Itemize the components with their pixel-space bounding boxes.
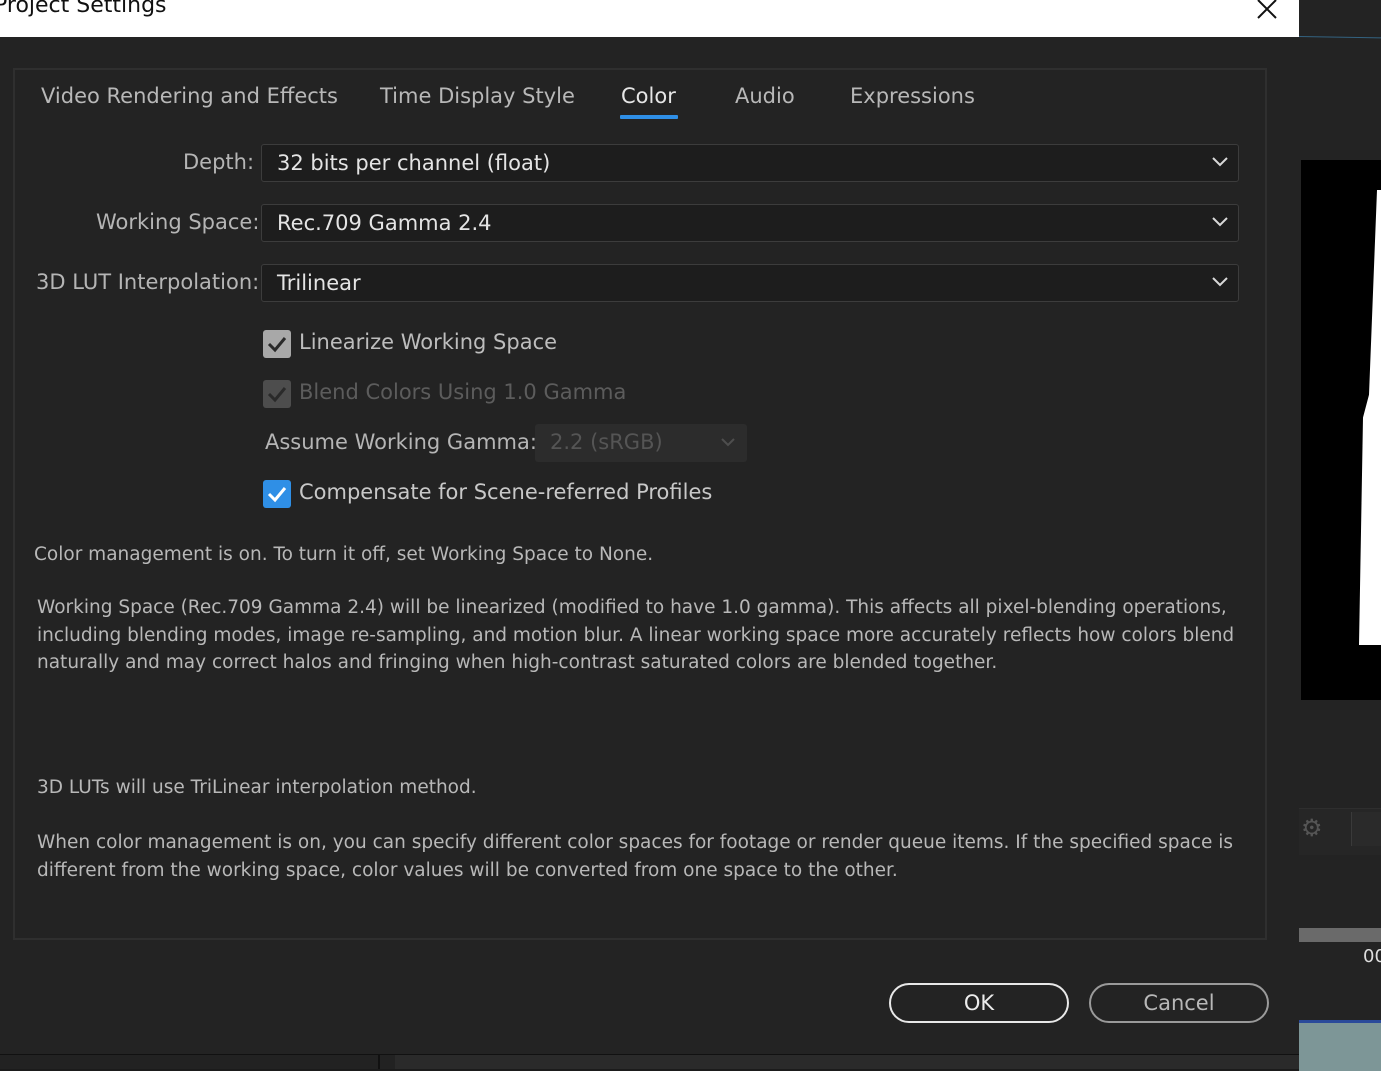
checkmark-icon	[267, 487, 287, 503]
tab-expressions[interactable]: Expressions	[850, 84, 975, 108]
checkmark-icon	[267, 337, 287, 353]
working-gamma-label: Assume Working Gamma:	[265, 430, 537, 454]
background-bottom-strip	[0, 1054, 1299, 1069]
project-settings-dialog: Project Settings Video Rendering and Eff…	[0, 0, 1299, 1054]
timeline-track	[1299, 1020, 1381, 1071]
ok-button[interactable]: OK	[889, 983, 1069, 1023]
divider	[378, 1055, 380, 1069]
checkmark-icon	[267, 387, 287, 403]
working-space-select[interactable]: Rec.709 Gamma 2.4	[261, 204, 1239, 242]
cancel-button[interactable]: Cancel	[1089, 983, 1269, 1023]
chevron-down-icon	[1212, 157, 1228, 167]
depth-select[interactable]: 32 bits per channel (float)	[261, 144, 1239, 182]
tab-audio[interactable]: Audio	[735, 84, 795, 108]
compensate-checkbox[interactable]	[263, 480, 291, 508]
linearize-label[interactable]: Linearize Working Space	[299, 330, 557, 354]
depth-label: Depth:	[183, 150, 255, 174]
working-gamma-select: 2.2 (sRGB)	[535, 424, 747, 462]
linearize-description: Working Space (Rec.709 Gamma 2.4) will b…	[37, 597, 1235, 673]
timecode-display: 00	[1363, 946, 1381, 967]
working-gamma-value: 2.2 (sRGB)	[550, 430, 663, 454]
chevron-down-icon	[1212, 217, 1228, 227]
tab-video-rendering[interactable]: Video Rendering and Effects	[41, 84, 338, 108]
linearize-checkbox[interactable]	[263, 330, 291, 358]
dialog-title: Project Settings	[0, 0, 167, 18]
lut-interpolation-value: Trilinear	[277, 271, 361, 295]
timeline-line	[1298, 36, 1381, 42]
color-spaces-description: When color management is on, you can spe…	[37, 832, 1234, 881]
toolbar-button[interactable]	[1351, 812, 1381, 846]
depth-value: 32 bits per channel (float)	[277, 151, 551, 175]
active-tab-indicator	[620, 115, 678, 119]
tab-color[interactable]: Color	[621, 84, 676, 108]
chevron-down-icon	[1212, 277, 1228, 287]
title-bar: Project Settings	[0, 0, 1299, 37]
blend-gamma-label: Blend Colors Using 1.0 Gamma	[299, 380, 627, 404]
color-management-status: Color management is on. To turn it off, …	[34, 544, 654, 565]
chevron-down-icon	[721, 438, 735, 447]
working-space-label: Working Space:	[96, 210, 260, 234]
compensate-label[interactable]: Compensate for Scene-referred Profiles	[299, 480, 712, 504]
background-track	[395, 1055, 1299, 1069]
camera-icon[interactable]: ⚙	[1301, 814, 1323, 842]
lut-interpolation-select[interactable]: Trilinear	[261, 264, 1239, 302]
settings-panel	[13, 68, 1267, 940]
close-icon[interactable]	[1252, 0, 1282, 24]
lut-interpolation-label: 3D LUT Interpolation:	[36, 270, 260, 294]
timeline-scrollbar[interactable]	[1299, 928, 1381, 942]
blend-gamma-checkbox	[263, 380, 291, 408]
lut-description: 3D LUTs will use TriLinear interpolation…	[37, 777, 477, 798]
tab-time-display-style[interactable]: Time Display Style	[380, 84, 575, 108]
working-space-value: Rec.709 Gamma 2.4	[277, 211, 492, 235]
background-app-panel: ⚙ 00	[1298, 0, 1381, 1071]
